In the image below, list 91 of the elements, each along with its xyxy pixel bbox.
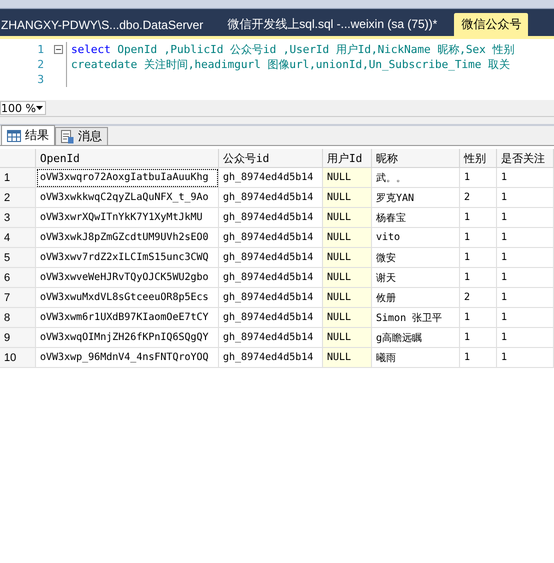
line-number: 2	[36, 58, 45, 71]
table-cell: 1	[460, 348, 497, 368]
table-cell: 1	[497, 288, 554, 308]
table-cell: 武。。	[372, 168, 460, 188]
table-cell: gh_8974ed4d5b14	[219, 188, 323, 208]
table-cell: 2	[460, 188, 497, 208]
table-cell: 1	[497, 328, 554, 348]
table-cell: NULL	[323, 188, 372, 208]
row-number: 10	[0, 348, 36, 368]
document-tab[interactable]: 微信开发线上sql.sql -...weixin (sa (75))*	[220, 13, 444, 36]
line-number: 3	[36, 73, 45, 86]
table-cell: g高瞻远瞩	[372, 328, 460, 348]
zoom-dropdown[interactable]: 100 %	[0, 101, 46, 115]
table-cell: 1	[460, 208, 497, 228]
table-cell: 1	[497, 188, 554, 208]
table-cell: NULL	[323, 328, 372, 348]
table-cell: 1	[497, 308, 554, 328]
column-header: 是否关注	[497, 149, 554, 168]
code-line: createdate 关注时间,headimgurl 图像url,unionId,Un_Subscribe_Time 取关	[71, 57, 510, 72]
table-cell: 1	[460, 248, 497, 268]
row-number: 4	[0, 228, 36, 248]
row-number: 1	[0, 168, 36, 188]
table-cell: gh_8974ed4d5b14	[219, 288, 323, 308]
table-cell: 1	[497, 208, 554, 228]
grid-icon	[7, 130, 21, 142]
table-cell: gh_8974ed4d5b14	[219, 348, 323, 368]
table-cell: 杨春宝	[372, 208, 460, 228]
table-cell: 2	[460, 288, 497, 308]
table-cell: 1	[460, 268, 497, 288]
table-cell: oVW3xwm6r1UXdB97KIaomOeE7tCY	[36, 308, 219, 328]
table-cell: 1	[460, 328, 497, 348]
results-tab[interactable]: 结果	[1, 125, 55, 145]
caret-icon	[36, 106, 43, 110]
table-cell: gh_8974ed4d5b14	[219, 268, 323, 288]
collapse-icon[interactable]	[54, 45, 63, 54]
table-cell: 1	[460, 168, 497, 188]
table-cell: 1	[497, 268, 554, 288]
table-cell: gh_8974ed4d5b14	[219, 248, 323, 268]
results-tab[interactable]: 消息	[55, 127, 108, 145]
table-cell: 谢天	[372, 268, 460, 288]
table-cell: NULL	[323, 208, 372, 228]
table-cell: 1	[497, 348, 554, 368]
table-cell: oVW3xwqOIMnjZH26fKPnIQ6SQgQY	[36, 328, 219, 348]
row-number: 3	[0, 208, 36, 228]
row-number: 8	[0, 308, 36, 328]
table-cell: gh_8974ed4d5b14	[219, 308, 323, 328]
table-cell: gh_8974ed4d5b14	[219, 208, 323, 228]
column-header: 公众号id	[219, 149, 323, 168]
row-number: 2	[0, 188, 36, 208]
line-number: 1	[36, 43, 45, 56]
table-cell: 罗克YAN	[372, 188, 460, 208]
table-cell: oVW3xwqro72AoxgIatbuIaAuuKhg	[36, 168, 219, 188]
table-cell: NULL	[323, 348, 372, 368]
document-tab[interactable]: 微信公众号	[454, 13, 528, 36]
table-cell: 1	[460, 308, 497, 328]
table-cell: oVW3xwv7rdZ2xILCImS15unc3CWQ	[36, 248, 219, 268]
row-number: 9	[0, 328, 36, 348]
row-number: 7	[0, 288, 36, 308]
table-cell: NULL	[323, 268, 372, 288]
table-cell: 攸册	[372, 288, 460, 308]
table-cell: oVW3xwveWeHJRvTQyOJCK5WU2gbo	[36, 268, 219, 288]
row-number: 5	[0, 248, 36, 268]
table-cell: 1	[460, 228, 497, 248]
document-icon	[61, 130, 74, 144]
table-cell: 微安	[372, 248, 460, 268]
column-header: 昵称	[372, 149, 460, 168]
table-cell: oVW3xwkkwqC2qyZLaQuNFX_t_9Ao	[36, 188, 219, 208]
column-header: 用户Id	[323, 149, 372, 168]
table-cell: 曦雨	[372, 348, 460, 368]
table-cell: 1	[497, 228, 554, 248]
table-cell: oVW3xwuMxdVL8sGtceeuOR8p5Ecs	[36, 288, 219, 308]
table-cell: NULL	[323, 308, 372, 328]
table-cell: 1	[497, 168, 554, 188]
table-cell: oVW3xwp_96MdnV4_4nsFNTQroYOQ	[36, 348, 219, 368]
column-header: OpenId	[36, 149, 219, 168]
table-cell: gh_8974ed4d5b14	[219, 328, 323, 348]
row-number: 6	[0, 268, 36, 288]
code-line: select OpenId ,PublicId 公众号id ,UserId 用户Id,NickName 昵称,Sex 性别	[71, 42, 514, 57]
column-header: 性别	[460, 149, 497, 168]
table-cell: NULL	[323, 228, 372, 248]
table-cell: NULL	[323, 168, 372, 188]
table-cell: 1	[497, 248, 554, 268]
table-cell: gh_8974ed4d5b14	[219, 168, 323, 188]
table-cell: Simon 张卫平	[372, 308, 460, 328]
table-cell: NULL	[323, 288, 372, 308]
table-cell: oVW3xwkJ8pZmGZcdtUM9UVh2sEO0	[36, 228, 219, 248]
table-cell: gh_8974ed4d5b14	[219, 228, 323, 248]
document-tab[interactable]: ZHANGXY-PDWY\S...dbo.DataServer	[0, 13, 210, 36]
table-cell: NULL	[323, 248, 372, 268]
table-cell: oVW3xwrXQwITnYkK7Y1XyMtJkMU	[36, 208, 219, 228]
table-cell: vito	[372, 228, 460, 248]
